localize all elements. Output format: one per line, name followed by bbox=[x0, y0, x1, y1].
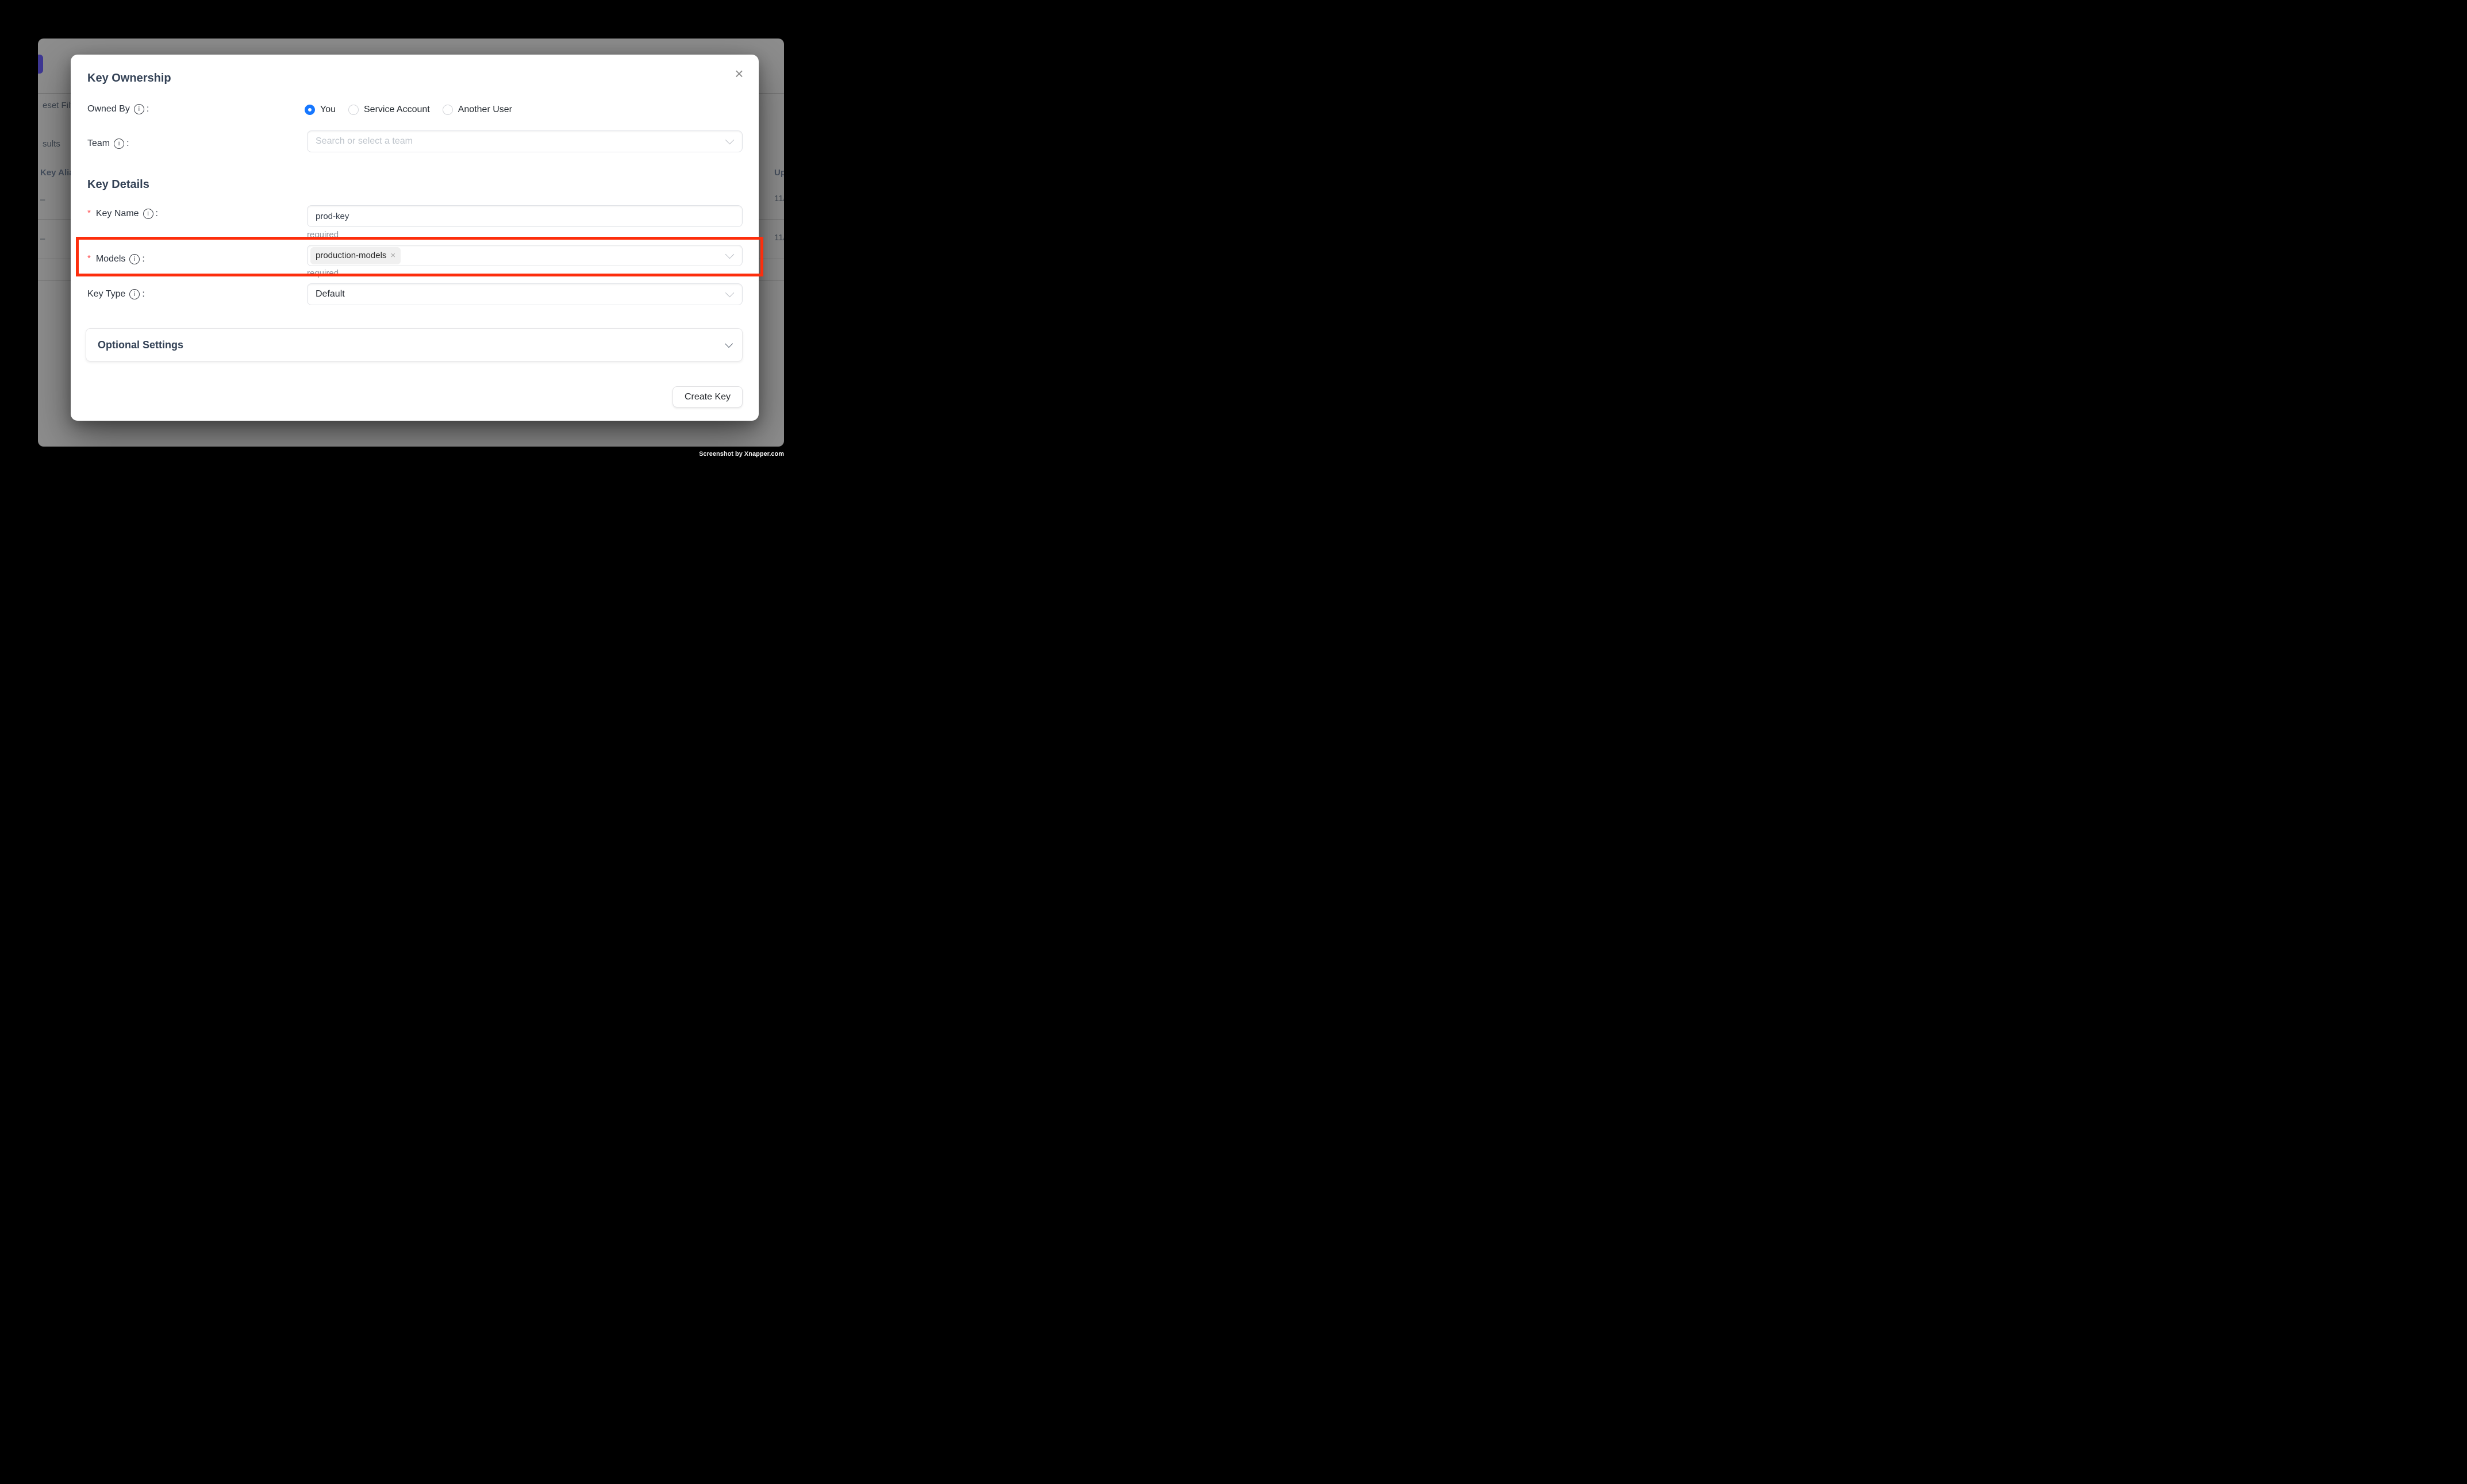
background-cell-alias: – bbox=[40, 234, 45, 244]
owned-by-radio-group: You Service Account Another User bbox=[305, 105, 512, 115]
screen: eset Filt sults Key Alia Up – 11/ – 11/ … bbox=[0, 0, 823, 495]
radio-owned-by-you[interactable]: You bbox=[305, 105, 336, 115]
background-column-header-updated: Up bbox=[774, 168, 784, 178]
required-asterisk: * bbox=[87, 208, 91, 218]
background-reset-filters-label: eset Filt bbox=[43, 101, 73, 110]
background-cell-updated: 11/ bbox=[774, 233, 784, 243]
chevron-down-icon bbox=[725, 136, 735, 145]
optional-settings-header[interactable]: Optional Settings bbox=[86, 328, 743, 362]
info-icon: i bbox=[134, 104, 144, 114]
modal-title: Key Ownership bbox=[87, 72, 171, 85]
key-type-label: Key Typei: bbox=[87, 289, 145, 299]
watermark-text: Screenshot by Xnapper.com bbox=[699, 451, 784, 457]
background-cell-alias: – bbox=[40, 195, 45, 205]
owned-by-label: Owned Byi: bbox=[87, 104, 149, 114]
radio-unselected-icon[interactable] bbox=[443, 105, 453, 115]
radio-owned-by-another-user[interactable]: Another User bbox=[443, 105, 512, 115]
info-icon: i bbox=[129, 289, 140, 299]
info-icon: i bbox=[114, 139, 124, 149]
required-asterisk: * bbox=[87, 253, 91, 263]
create-key-button[interactable]: Create Key bbox=[673, 386, 743, 407]
optional-settings-label: Optional Settings bbox=[98, 339, 183, 351]
key-name-value: prod-key bbox=[316, 212, 349, 221]
key-details-heading: Key Details bbox=[87, 178, 149, 191]
team-label: Teami: bbox=[87, 139, 129, 149]
models-select[interactable]: production-models × bbox=[307, 245, 743, 266]
info-icon: i bbox=[129, 254, 140, 264]
team-select-placeholder: Search or select a team bbox=[316, 136, 413, 147]
team-select[interactable]: Search or select a team bbox=[307, 130, 743, 152]
background-column-header-key-alias: Key Alia bbox=[40, 168, 74, 178]
key-name-input[interactable]: prod-key bbox=[307, 205, 743, 227]
key-name-validation-message: required bbox=[307, 230, 339, 240]
chevron-down-icon bbox=[725, 289, 735, 298]
chevron-down-icon bbox=[725, 249, 735, 259]
key-name-label: *Key Namei: bbox=[87, 209, 158, 219]
radio-selected-icon[interactable] bbox=[305, 105, 315, 115]
models-tag-text: production-models bbox=[316, 251, 386, 260]
key-type-value: Default bbox=[316, 289, 345, 299]
background-accent-button bbox=[38, 55, 43, 74]
radio-owned-by-service-account[interactable]: Service Account bbox=[348, 105, 430, 115]
radio-unselected-icon[interactable] bbox=[348, 105, 359, 115]
tag-remove-icon[interactable]: × bbox=[390, 251, 395, 260]
create-key-modal: × Key Ownership Owned Byi: You Service A… bbox=[71, 55, 759, 421]
models-label: *Modelsi: bbox=[87, 254, 145, 264]
background-cell-updated: 11/ bbox=[774, 194, 784, 203]
close-icon[interactable]: × bbox=[730, 64, 748, 83]
info-icon: i bbox=[143, 209, 153, 219]
models-selected-tag: production-models × bbox=[310, 247, 401, 264]
key-type-select[interactable]: Default bbox=[307, 283, 743, 305]
chevron-down-icon bbox=[725, 340, 733, 348]
background-results-label: sults bbox=[43, 139, 60, 149]
models-validation-message: required bbox=[307, 268, 339, 278]
